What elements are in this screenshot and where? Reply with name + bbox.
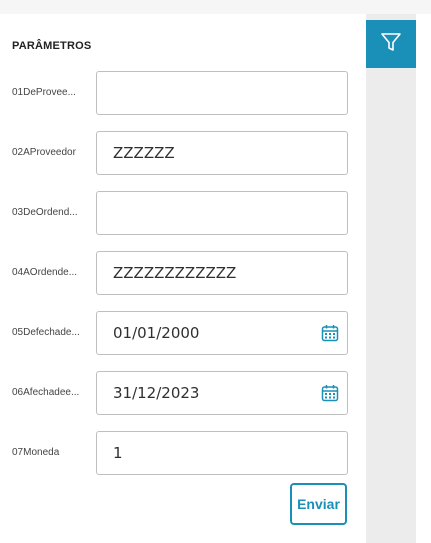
section-title: PARÂMETROS [12, 40, 92, 52]
right-margin [416, 14, 431, 543]
param-label: 07Moneda [12, 447, 60, 458]
param-value: 31/12/2023 [113, 384, 200, 402]
param-date-input-06[interactable]: 31/12/2023 [96, 371, 348, 415]
right-sidebar [366, 14, 416, 543]
param-row-03: 03DeOrdend... [0, 191, 366, 235]
submit-button[interactable]: Enviar [290, 483, 347, 525]
param-value: ZZZZZZZZZZZZ [113, 264, 237, 282]
param-label: 05Defechade... [12, 327, 80, 338]
param-row-07: 07Moneda 1 [0, 431, 366, 475]
param-date-input-05[interactable]: 01/01/2000 [96, 311, 348, 355]
top-bar [0, 0, 431, 14]
param-row-02: 02AProveedor ZZZZZZ [0, 131, 366, 175]
param-label: 04AOrdende... [12, 267, 78, 278]
param-value: ZZZZZZ [113, 144, 175, 162]
param-input-01[interactable] [96, 71, 348, 115]
calendar-icon[interactable] [313, 312, 347, 354]
param-row-04: 04AOrdende... ZZZZZZZZZZZZ [0, 251, 366, 295]
param-row-01: 01DeProvee... [0, 71, 366, 115]
param-value: 1 [113, 444, 123, 462]
filter-icon [380, 31, 402, 58]
param-row-06: 06Afechadee... 31/12/2023 [0, 371, 366, 415]
param-label: 03DeOrdend... [12, 207, 78, 218]
param-label: 06Afechadee... [12, 387, 80, 398]
param-label: 01DeProvee... [12, 87, 76, 98]
param-input-07[interactable]: 1 [96, 431, 348, 475]
param-row-05: 05Defechade... 01/01/2000 [0, 311, 366, 355]
param-label: 02AProveedor [12, 147, 76, 158]
param-value: 01/01/2000 [113, 324, 200, 342]
filter-button[interactable] [366, 20, 416, 68]
param-input-04[interactable]: ZZZZZZZZZZZZ [96, 251, 348, 295]
calendar-icon[interactable] [313, 372, 347, 414]
param-input-03[interactable] [96, 191, 348, 235]
param-input-02[interactable]: ZZZZZZ [96, 131, 348, 175]
